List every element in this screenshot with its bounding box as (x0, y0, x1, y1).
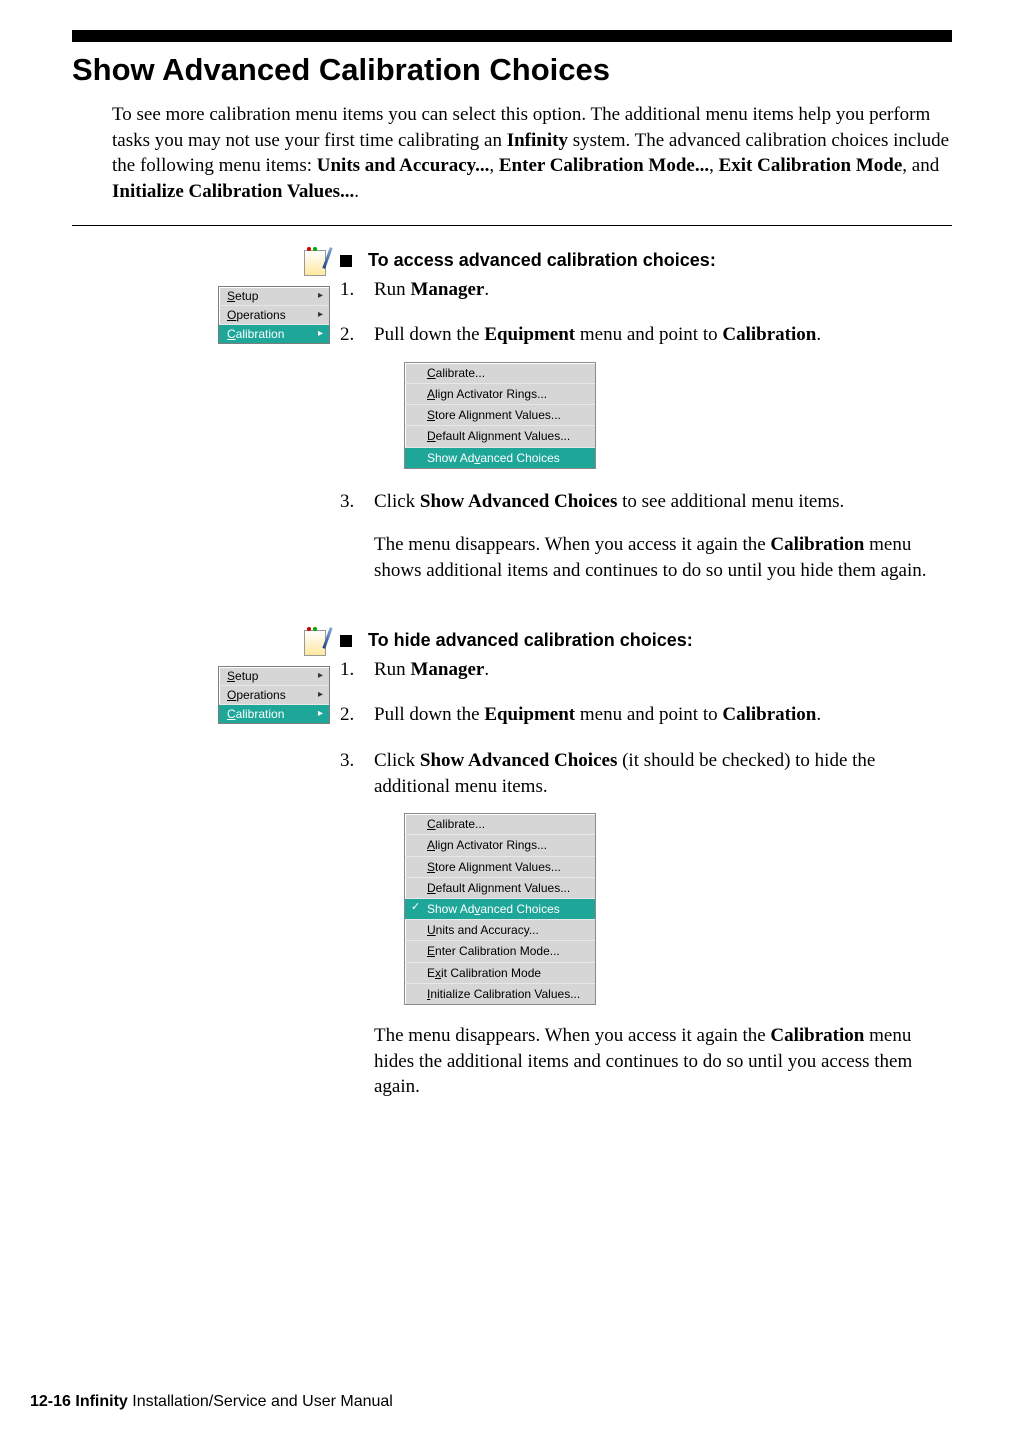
equipment-menu: Setup▸ Operations▸ Calibration▸ (218, 666, 330, 724)
step-2: Pull down the Equipment menu and point t… (340, 322, 952, 469)
divider (72, 225, 952, 226)
menu-item-operations[interactable]: Operations▸ (219, 305, 329, 324)
submenu-item-align[interactable]: Align Activator Rings... (405, 834, 595, 855)
page-title: Show Advanced Calibration Choices (72, 52, 952, 88)
procedure-heading: To hide advanced calibration choices: (340, 630, 952, 651)
menu-item-operations[interactable]: Operations▸ (219, 685, 329, 704)
submenu-item-initialize[interactable]: Initialize Calibration Values... (405, 983, 595, 1004)
calibration-submenu-expanded: Calibrate... Align Activator Rings... St… (404, 813, 596, 1005)
menu-item-setup[interactable]: Setup▸ (219, 287, 329, 305)
bullet-square-icon (340, 635, 352, 647)
page-footer: 12-16 Infinity Installation/Service and … (30, 1393, 393, 1411)
submenu-item-store[interactable]: Store Alignment Values... (405, 856, 595, 877)
submenu-item-align[interactable]: Align Activator Rings... (405, 383, 595, 404)
submenu-item-units[interactable]: Units and Accuracy... (405, 919, 595, 940)
submenu-item-calibrate[interactable]: Calibrate... (405, 814, 595, 834)
bullet-square-icon (340, 255, 352, 267)
submenu-item-store[interactable]: Store Alignment Values... (405, 404, 595, 425)
submenu-arrow-icon: ▸ (318, 328, 323, 339)
menu-item-calibration[interactable]: Calibration▸ (219, 324, 329, 343)
submenu-item-calibrate[interactable]: Calibrate... (405, 363, 595, 383)
submenu-arrow-icon: ▸ (318, 309, 323, 320)
section-access: Setup▸ Operations▸ Calibration▸ To acces… (72, 250, 952, 604)
calibration-submenu: Calibrate... Align Activator Rings... St… (404, 362, 596, 469)
step-3: Click Show Advanced Choices to see addit… (340, 489, 952, 584)
notepad-icon (304, 250, 326, 276)
step-2: Pull down the Equipment menu and point t… (340, 702, 952, 728)
step-1: Run Manager. (340, 657, 952, 683)
submenu-item-exit-cal[interactable]: Exit Calibration Mode (405, 962, 595, 983)
step-3-followup: The menu disappears. When you access it … (374, 532, 952, 583)
submenu-item-enter-cal[interactable]: Enter Calibration Mode... (405, 940, 595, 961)
submenu-item-show-advanced[interactable]: Show Advanced Choices (405, 898, 595, 919)
submenu-item-default[interactable]: Default Alignment Values... (405, 425, 595, 446)
main-column: To access advanced calibration choices: … (340, 250, 952, 604)
submenu-arrow-icon: ▸ (318, 708, 323, 719)
notepad-icon (304, 630, 326, 656)
submenu-arrow-icon: ▸ (318, 290, 323, 301)
step-1: Run Manager. (340, 277, 952, 303)
step-3-followup: The menu disappears. When you access it … (374, 1023, 952, 1100)
menu-item-calibration[interactable]: Calibration▸ (219, 704, 329, 723)
main-column: To hide advanced calibration choices: Ru… (340, 630, 952, 1120)
submenu-arrow-icon: ▸ (318, 670, 323, 681)
equipment-menu: Setup▸ Operations▸ Calibration▸ (218, 286, 330, 344)
steps-list: Run Manager. Pull down the Equipment men… (340, 657, 952, 1100)
section-hide: Setup▸ Operations▸ Calibration▸ To hide … (72, 630, 952, 1120)
submenu-arrow-icon: ▸ (318, 689, 323, 700)
submenu-item-show-advanced[interactable]: Show Advanced Choices (405, 447, 595, 468)
menu-item-setup[interactable]: Setup▸ (219, 667, 329, 685)
step-3: Click Show Advanced Choices (it should b… (340, 748, 952, 1100)
intro-paragraph: To see more calibration menu items you c… (112, 102, 952, 205)
side-column: Setup▸ Operations▸ Calibration▸ (72, 250, 340, 344)
submenu-item-default[interactable]: Default Alignment Values... (405, 877, 595, 898)
procedure-heading: To access advanced calibration choices: (340, 250, 952, 271)
side-column: Setup▸ Operations▸ Calibration▸ (72, 630, 340, 724)
top-header-bar (72, 30, 952, 42)
steps-list: Run Manager. Pull down the Equipment men… (340, 277, 952, 584)
